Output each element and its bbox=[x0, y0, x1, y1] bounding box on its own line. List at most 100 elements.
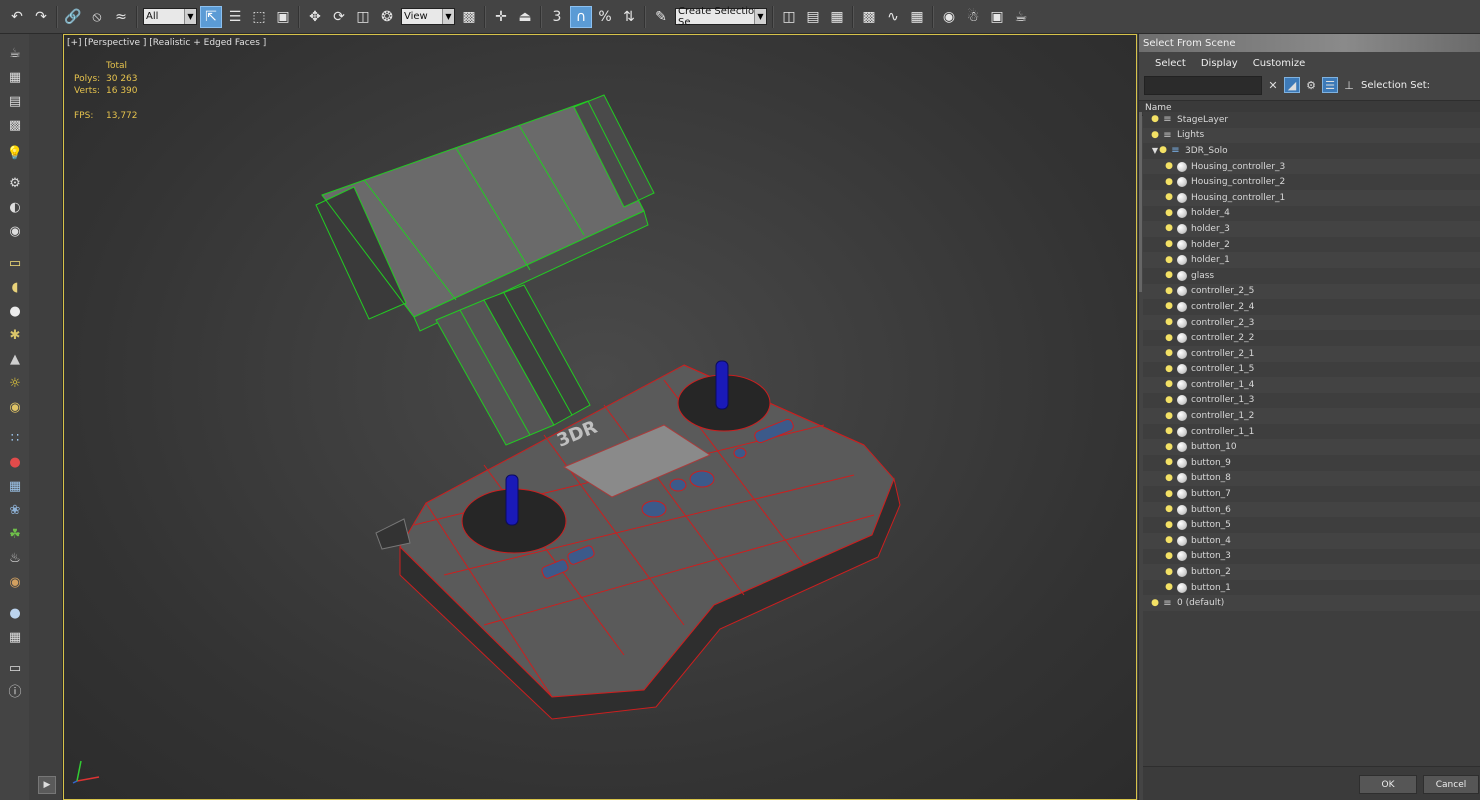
expand-arrow-icon[interactable]: ▶ bbox=[38, 776, 56, 794]
unlink-icon[interactable]: ⦸ bbox=[86, 6, 108, 28]
filter-icon[interactable]: ◢ bbox=[1284, 77, 1300, 93]
lightbulb-icon[interactable]: ● bbox=[1165, 380, 1173, 389]
named-selection-sets-dropdown[interactable]: Create Selection Se ▼ bbox=[675, 6, 767, 28]
clear-search-icon[interactable]: ✕ bbox=[1265, 77, 1281, 93]
hierarchy-panel-icon[interactable]: ▩ bbox=[6, 116, 24, 134]
particles-icon[interactable]: ∷ bbox=[6, 429, 24, 447]
curve-editor-icon[interactable]: ∿ bbox=[882, 6, 904, 28]
lightbulb-icon[interactable]: ● bbox=[1165, 162, 1173, 171]
keyboard-shortcut-icon[interactable]: ⏏ bbox=[514, 6, 536, 28]
systems-icon[interactable]: ◉ bbox=[6, 222, 24, 240]
lightbulb-icon[interactable]: ● bbox=[1165, 177, 1173, 187]
ok-button[interactable]: OK bbox=[1359, 775, 1417, 794]
space-warps-icon[interactable]: ◐ bbox=[6, 198, 24, 216]
lightbulb-icon[interactable]: ● bbox=[1165, 364, 1173, 374]
cloth-icon[interactable]: ◉ bbox=[6, 573, 24, 591]
redo-icon[interactable]: ↷ bbox=[30, 6, 52, 28]
lightbulb-icon[interactable]: ● bbox=[1165, 255, 1173, 265]
tree-row[interactable]: ● holder_2 bbox=[1143, 237, 1480, 253]
scrollbar[interactable] bbox=[1139, 112, 1142, 292]
lightbulb-icon[interactable]: ● bbox=[1165, 583, 1173, 592]
select-object-icon[interactable]: ⇱ bbox=[200, 5, 222, 28]
tree-row[interactable]: ● controller_2_3 bbox=[1143, 314, 1480, 331]
tree-row[interactable]: ● controller_2_1 bbox=[1143, 345, 1480, 362]
tree-row[interactable]: ● button_3 bbox=[1143, 549, 1480, 565]
lightbulb-icon[interactable]: ● bbox=[1165, 240, 1173, 249]
mirror-icon[interactable]: ◫ bbox=[778, 6, 800, 28]
lightbulb-icon[interactable]: ● bbox=[1165, 302, 1173, 311]
compound-icon[interactable]: ● bbox=[6, 453, 24, 471]
torus-icon[interactable]: ◉ bbox=[6, 398, 24, 416]
lightbulb-icon[interactable]: ● bbox=[1165, 224, 1173, 233]
mass-fx-icon[interactable]: ● bbox=[6, 604, 24, 622]
cancel-button[interactable]: Cancel bbox=[1423, 775, 1479, 794]
sphere-icon[interactable]: ● bbox=[6, 302, 24, 320]
bind-spacewarp-icon[interactable]: ≈ bbox=[110, 6, 132, 28]
snap-toggle-icon[interactable]: 3 bbox=[546, 6, 568, 28]
tree-row[interactable]: ● button_6 bbox=[1143, 501, 1480, 518]
select-manipulate-icon[interactable]: ✛ bbox=[490, 6, 512, 28]
spinner-snap-icon[interactable]: ⇅ bbox=[618, 6, 640, 28]
rotate-icon[interactable]: ⟳ bbox=[328, 6, 350, 28]
help-icon[interactable]: ⓘ bbox=[6, 683, 24, 701]
render-production-icon[interactable]: ☕ bbox=[1010, 6, 1032, 28]
lightbulb-icon[interactable]: ● bbox=[1165, 442, 1173, 452]
lightbulb-icon[interactable]: ● bbox=[1165, 536, 1173, 545]
rectangular-selection-icon[interactable]: ⬚ bbox=[248, 6, 270, 28]
foliage-icon[interactable]: ☘ bbox=[6, 525, 24, 543]
tree-row[interactable]: ● controller_1_5 bbox=[1143, 362, 1480, 378]
tree-row[interactable]: ● controller_2_5 bbox=[1143, 283, 1480, 300]
link-icon[interactable]: 🔗 bbox=[62, 6, 84, 28]
lightbulb-icon[interactable]: ● bbox=[1165, 333, 1173, 343]
tree-row[interactable]: ● button_2 bbox=[1143, 564, 1480, 580]
filter-options-icon[interactable]: ⚙ bbox=[1303, 77, 1319, 93]
tree-row[interactable]: ● controller_2_2 bbox=[1143, 330, 1480, 346]
menu-select[interactable]: Select bbox=[1155, 58, 1186, 69]
select-by-name-icon[interactable]: ☰ bbox=[224, 6, 246, 28]
helpers-icon[interactable]: ⚙ bbox=[6, 174, 24, 192]
render-setup-icon[interactable]: ☃ bbox=[962, 6, 984, 28]
lightbulb-icon[interactable]: ● bbox=[1165, 458, 1173, 467]
utilities-icon[interactable]: ▦ bbox=[6, 628, 24, 646]
lightbulb-icon[interactable]: ● bbox=[1159, 146, 1167, 155]
schematic-view-icon[interactable]: ▦ bbox=[906, 6, 928, 28]
tree-row[interactable]: ● button_5 bbox=[1143, 517, 1480, 533]
teapot-icon[interactable]: ☕ bbox=[6, 44, 24, 62]
lightbulb-icon[interactable]: ● bbox=[1165, 318, 1173, 327]
lightbulb-icon[interactable]: ● bbox=[1151, 115, 1159, 124]
reference-coordinate-dropdown[interactable]: View ▼ bbox=[401, 8, 455, 25]
tree-row[interactable]: ▼ ● ≡ 3DR_Solo bbox=[1143, 143, 1480, 159]
lightbulb-icon[interactable]: ● bbox=[1165, 427, 1173, 436]
tree-row[interactable]: ● holder_3 bbox=[1143, 221, 1480, 237]
place-icon[interactable]: ❂ bbox=[376, 6, 398, 28]
undo-icon[interactable]: ↶ bbox=[6, 6, 28, 28]
tree-row[interactable]: ● Housing_controller_2 bbox=[1143, 174, 1480, 190]
plane-icon[interactable]: ▭ bbox=[6, 254, 24, 272]
lightbulb-icon[interactable]: ● bbox=[1151, 598, 1159, 608]
tree-row[interactable]: ● button_10 bbox=[1143, 439, 1480, 456]
cone-icon[interactable]: ▲ bbox=[6, 350, 24, 368]
lightbulb-icon[interactable]: ● bbox=[1165, 349, 1173, 358]
patch-grid-icon[interactable]: ▦ bbox=[6, 477, 24, 495]
lightbulb-icon[interactable]: ● bbox=[1165, 286, 1173, 296]
menu-display[interactable]: Display bbox=[1201, 58, 1238, 69]
sun-icon[interactable]: ☼ bbox=[6, 374, 24, 392]
tree-row[interactable]: ● controller_1_4 bbox=[1143, 377, 1480, 393]
tree-row[interactable]: ● holder_4 bbox=[1143, 206, 1480, 222]
lightbulb-icon[interactable]: ● bbox=[1165, 271, 1173, 280]
tree-row[interactable]: ● Housing_controller_1 bbox=[1143, 189, 1480, 206]
layer-manager-icon[interactable]: ▦ bbox=[826, 6, 848, 28]
lightbulb-icon[interactable]: ● bbox=[1165, 551, 1173, 561]
lightbulb-icon[interactable]: ● bbox=[1165, 395, 1173, 405]
tree-row[interactable]: ● button_8 bbox=[1143, 470, 1480, 487]
nurbs-icon[interactable]: ❀ bbox=[6, 501, 24, 519]
tree-row[interactable]: ● button_7 bbox=[1143, 486, 1480, 502]
menu-customize[interactable]: Customize bbox=[1253, 58, 1306, 69]
hemisphere-icon[interactable]: ◖ bbox=[6, 278, 24, 296]
angle-snap-icon[interactable]: ∩ bbox=[570, 5, 592, 28]
material-editor-icon[interactable]: ◉ bbox=[938, 6, 960, 28]
perspective-viewport[interactable]: 3DR [+] [Perspective ] [Realistic + Edge… bbox=[63, 34, 1137, 800]
lightbulb-icon[interactable]: ● bbox=[1165, 411, 1173, 421]
display-panel-icon[interactable]: ▭ bbox=[6, 659, 24, 677]
hair-fur-icon[interactable]: ♨ bbox=[6, 549, 24, 567]
